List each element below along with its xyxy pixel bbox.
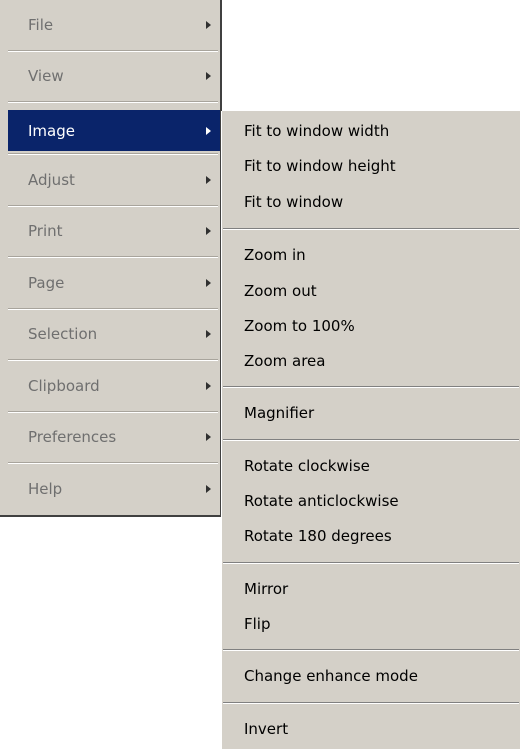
submenu-arrow-icon [206, 433, 211, 441]
menu-separator [8, 411, 218, 413]
submenu-item-label: Fit to window height [244, 157, 396, 175]
menu-item-help[interactable]: Help [8, 466, 220, 512]
menu-separator [8, 205, 218, 207]
submenu-arrow-icon [206, 126, 211, 135]
submenu-item-label: Rotate anticlockwise [244, 492, 399, 510]
submenu-item-label: Zoom in [244, 246, 306, 264]
zoom-out-item[interactable]: Zoom out [222, 274, 520, 308]
rotate-180-item[interactable]: Rotate 180 degrees [222, 519, 520, 553]
menu-item-label: Selection [28, 325, 98, 343]
menu-separator [223, 228, 519, 230]
submenu-arrow-icon [206, 227, 211, 235]
menu-separator [223, 439, 519, 441]
submenu-arrow-icon [206, 330, 211, 338]
change-enhance-mode-item[interactable]: Change enhance mode [222, 659, 520, 693]
menu-item-label: View [28, 67, 64, 85]
menu-separator [8, 308, 218, 310]
menu-item-label: Page [28, 274, 65, 292]
magnifier-item[interactable]: Magnifier [222, 396, 520, 430]
menu-item-view[interactable]: View [8, 53, 220, 99]
submenu-item-label: Zoom area [244, 352, 326, 370]
menu-item-label: Preferences [28, 428, 117, 446]
menu-separator [8, 359, 218, 361]
submenu-arrow-icon [206, 382, 211, 390]
fit-to-window-item[interactable]: Fit to window [222, 185, 520, 219]
submenu-arrow-icon [206, 176, 211, 184]
fit-to-window-width-item[interactable]: Fit to window width [222, 114, 520, 148]
submenu-item-label: Change enhance mode [244, 667, 418, 685]
menu-item-label: Image [28, 121, 75, 140]
menu-separator [223, 649, 519, 651]
fit-to-window-height-item[interactable]: Fit to window height [222, 149, 520, 183]
menu-item-label: File [28, 16, 54, 34]
menu-item-file[interactable]: File [8, 2, 220, 48]
submenu-item-label: Fit to window [244, 193, 344, 211]
menu-separator [8, 256, 218, 258]
submenu-arrow-icon [206, 279, 211, 287]
menu-item-label: Adjust [28, 171, 75, 189]
menu-item-preferences[interactable]: Preferences [8, 414, 220, 460]
menu-separator [8, 101, 218, 103]
menu-separator [8, 50, 218, 52]
menu-item-label: Clipboard [28, 377, 100, 395]
flip-item[interactable]: Flip [222, 607, 520, 641]
zoom-in-item[interactable]: Zoom in [222, 238, 520, 272]
submenu-item-label: Zoom to 100% [244, 317, 355, 335]
submenu-item-label: Rotate 180 degrees [244, 527, 392, 545]
menu-item-label: Help [28, 480, 63, 498]
menu-separator [8, 462, 218, 464]
submenu-item-label: Invert [244, 720, 289, 738]
submenu-arrow-icon [206, 21, 211, 29]
submenu-item-label: Fit to window width [244, 122, 390, 140]
submenu-item-label: Zoom out [244, 282, 317, 300]
menu-item-page[interactable]: Page [8, 260, 220, 306]
menu-item-adjust[interactable]: Adjust [8, 157, 220, 203]
menu-item-image[interactable]: Image [8, 110, 220, 151]
menu-item-label: Print [28, 222, 63, 240]
menu-separator [223, 562, 519, 564]
main-menu: File View Image Adjust Print Page Select… [0, 0, 222, 517]
submenu-arrow-icon [206, 72, 211, 80]
rotate-clockwise-item[interactable]: Rotate clockwise [222, 449, 520, 483]
submenu-item-label: Magnifier [244, 404, 315, 422]
mirror-item[interactable]: Mirror [222, 572, 520, 606]
submenu-item-label: Flip [244, 615, 271, 633]
menu-separator [223, 386, 519, 388]
invert-item[interactable]: Invert [222, 712, 520, 746]
image-submenu: Fit to window width Fit to window height… [221, 111, 520, 749]
zoom-area-item[interactable]: Zoom area [222, 344, 520, 378]
menu-separator [8, 153, 218, 155]
rotate-anticlockwise-item[interactable]: Rotate anticlockwise [222, 484, 520, 518]
menu-item-selection[interactable]: Selection [8, 311, 220, 357]
zoom-to-100-item[interactable]: Zoom to 100% [222, 309, 520, 343]
submenu-arrow-icon [206, 485, 211, 493]
submenu-item-label: Rotate clockwise [244, 457, 370, 475]
menu-separator [223, 702, 519, 704]
menu-item-clipboard[interactable]: Clipboard [8, 363, 220, 409]
menu-item-print[interactable]: Print [8, 208, 220, 254]
submenu-item-label: Mirror [244, 580, 289, 598]
